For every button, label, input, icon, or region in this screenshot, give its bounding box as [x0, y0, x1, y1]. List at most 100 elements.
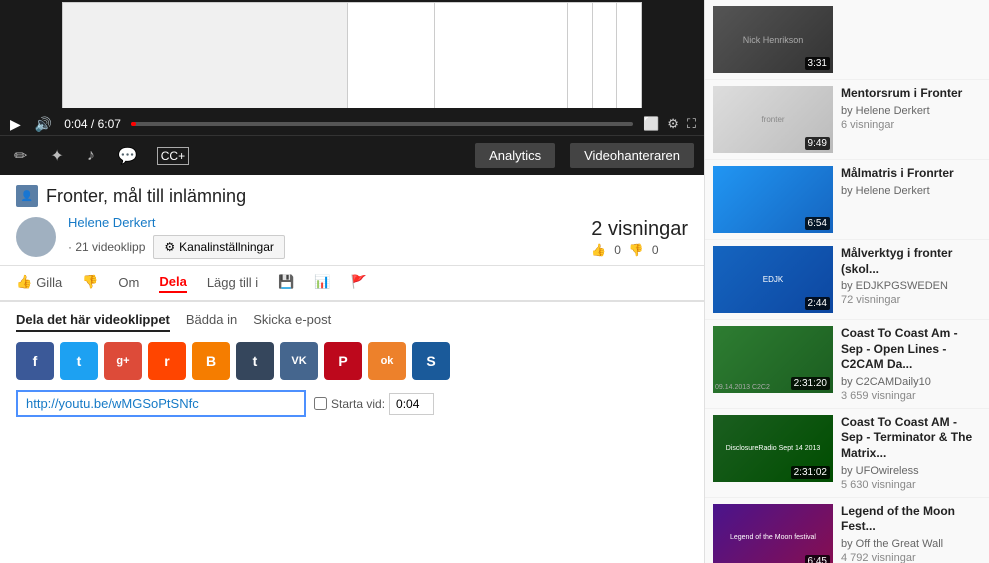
video-count: · 21 videoklipp — [68, 240, 145, 254]
avatar — [16, 217, 56, 257]
reddit-button[interactable]: r — [148, 342, 186, 380]
list-item[interactable]: 09.14.2013 C2C2 2:31:20 Coast To Coast A… — [705, 320, 989, 409]
odnoklassniki-button[interactable]: ok — [368, 342, 406, 380]
tab-lagg-till[interactable]: Lägg till i — [207, 275, 258, 292]
edit-icon[interactable]: ✏ — [10, 142, 31, 170]
video-item-title: Legend of the Moon Fest... — [841, 504, 981, 535]
pinterest-button[interactable]: P — [324, 342, 362, 380]
tumblr-button[interactable]: t — [236, 342, 274, 380]
action-tabs: 👍 Gilla 👎 Om Dela Lägg till i 💾 📊 — [0, 266, 704, 302]
share-tabs: Dela det här videoklippet Bädda in Skick… — [16, 312, 688, 332]
play-button[interactable]: ▶ — [8, 114, 23, 135]
video-title: Fronter, mål till inlämning — [46, 186, 246, 207]
thumbnail: Legend of the Moon festival 6:45 — [713, 504, 833, 563]
music-icon[interactable]: ♪ — [83, 143, 99, 169]
list-item[interactable]: EDJK 2:44 Målverktyg i fronter (skol... … — [705, 240, 989, 320]
list-item[interactable]: Nick Henrikson 3:31 — [705, 0, 989, 80]
thumbnail: 09.14.2013 C2C2 2:31:20 — [713, 326, 833, 393]
start-time-checkbox[interactable] — [314, 397, 327, 410]
channel-settings-button[interactable]: ⚙ Kanalinställningar — [153, 235, 285, 259]
share-section: Dela det här videoklippet Bädda in Skick… — [0, 302, 704, 427]
video-meta — [841, 6, 981, 9]
video-info: 👤 Fronter, mål till inlämning Helene Der… — [0, 175, 704, 266]
like-dislike: 👍 0 👎 0 — [591, 243, 688, 257]
video-item-views: 5 630 visningar — [841, 479, 981, 491]
tab-om[interactable]: Om — [118, 275, 139, 292]
tab-stats-icon[interactable]: 📊 — [314, 274, 330, 292]
caption-icon[interactable]: CC+ — [157, 147, 189, 165]
list-item[interactable]: 6:54 Målmatris i Fronrter by Helene Derk… — [705, 160, 989, 240]
start-time-input[interactable] — [389, 393, 434, 415]
duration-badge: 9:49 — [805, 137, 830, 150]
thumbnail: 6:54 — [713, 166, 833, 233]
list-item[interactable]: DisclosureRadio Sept 14 2013 2:31:02 Coa… — [705, 409, 989, 498]
thumbs-up-tab-icon: 👍 — [16, 274, 32, 290]
fullscreen-icon[interactable]: ⛶ — [687, 116, 696, 132]
tab-flag-icon[interactable]: 🚩 — [351, 274, 367, 292]
channel-row: Helene Derkert · 21 videoklipp ⚙ Kanalin… — [16, 215, 688, 259]
progress-fill — [131, 122, 136, 126]
thumbs-down-icon: 👎 — [629, 243, 644, 257]
video-meta: Coast To Coast Am - Sep - Open Lines - C… — [841, 326, 981, 402]
subtitle-icon[interactable]: ⬜ — [643, 116, 659, 132]
video-item-channel: by EDJKPGSWEDEN — [841, 280, 981, 292]
duration-badge: 6:45 — [805, 555, 830, 563]
video-item-title: Mentorsrum i Fronter — [841, 86, 981, 102]
video-item-views: 3 659 visningar — [841, 390, 981, 402]
save-icon: 💾 — [278, 274, 294, 290]
tab-dislike[interactable]: 👎 — [82, 274, 98, 292]
blogger-button[interactable]: B — [192, 342, 230, 380]
magic-icon[interactable]: ✦ — [46, 142, 67, 170]
analytics-button[interactable]: Analytics — [475, 143, 555, 168]
time-display: 0:04 / 6:07 — [64, 117, 121, 131]
start-time-container: Starta vid: — [314, 393, 434, 415]
video-frame: 👤 Deltagare dold v. 38 🚪 — [0, 0, 704, 110]
google-plus-button[interactable]: g+ — [104, 342, 142, 380]
video-meta: Coast To Coast AM - Sep - Terminator & T… — [841, 415, 981, 491]
thumbnail: fronter 9:49 — [713, 86, 833, 153]
social-icons: f t g+ r B t VK P ok S — [16, 342, 688, 380]
video-item-views: 72 visningar — [841, 294, 981, 306]
toolbar: ✏ ✦ ♪ 💬 CC+ Analytics Videohanteraren — [0, 135, 704, 175]
video-item-title: Coast To Coast Am - Sep - Open Lines - C… — [841, 326, 981, 373]
channel-name-link[interactable]: Helene Derkert — [68, 215, 285, 230]
twitter-button[interactable]: t — [60, 342, 98, 380]
video-meta: Målmatris i Fronrter by Helene Derkert — [841, 166, 981, 199]
gear-icon: ⚙ — [164, 240, 175, 254]
progress-bar[interactable] — [131, 122, 633, 126]
list-item[interactable]: fronter 9:49 Mentorsrum i Fronter by Hel… — [705, 80, 989, 160]
thumbs-down-tab-icon: 👎 — [82, 274, 98, 290]
share-url-input[interactable] — [16, 390, 306, 417]
thumbnail: EDJK 2:44 — [713, 246, 833, 313]
share-tab-badda[interactable]: Bädda in — [186, 312, 237, 332]
video-item-title: Målmatris i Fronrter — [841, 166, 981, 182]
share-tab-dela[interactable]: Dela det här videoklippet — [16, 312, 170, 332]
tab-dela[interactable]: Dela — [159, 274, 186, 293]
video-item-title: Coast To Coast AM - Sep - Terminator & T… — [841, 415, 981, 462]
video-meta: Mentorsrum i Fronter by Helene Derkert 6… — [841, 86, 981, 131]
vk-button[interactable]: VK — [280, 342, 318, 380]
tab-save-icon[interactable]: 💾 — [278, 274, 294, 292]
share-url-row: Starta vid: — [16, 390, 688, 417]
video-item-channel: by Helene Derkert — [841, 185, 981, 197]
volume-button[interactable]: 🔊 — [33, 114, 54, 135]
duration-badge: 6:54 — [805, 217, 830, 230]
video-item-title: Målverktyg i fronter (skol... — [841, 246, 981, 277]
ctrl-icons: ⬜ ⚙ ⛶ — [643, 116, 696, 132]
start-time-label: Starta vid: — [331, 397, 385, 411]
settings-icon[interactable]: ⚙ — [667, 116, 679, 132]
skyrock-button[interactable]: S — [412, 342, 450, 380]
share-tab-epost[interactable]: Skicka e-post — [253, 312, 331, 332]
current-time: 0:04 — [64, 117, 87, 131]
video-item-views: 4 792 visningar — [841, 552, 981, 563]
duration-badge: 3:31 — [805, 57, 830, 70]
facebook-button[interactable]: f — [16, 342, 54, 380]
speech-icon[interactable]: 💬 — [114, 142, 142, 170]
total-time: 6:07 — [98, 117, 121, 131]
thumbnail: Nick Henrikson 3:31 — [713, 6, 833, 73]
tab-gilla[interactable]: 👍 Gilla — [16, 274, 62, 292]
videomanager-button[interactable]: Videohanteraren — [570, 143, 694, 168]
duration-badge: 2:44 — [805, 297, 830, 310]
list-item[interactable]: Legend of the Moon festival 6:45 Legend … — [705, 498, 989, 563]
view-count-area: 2 visningar 👍 0 👎 0 — [591, 218, 688, 257]
